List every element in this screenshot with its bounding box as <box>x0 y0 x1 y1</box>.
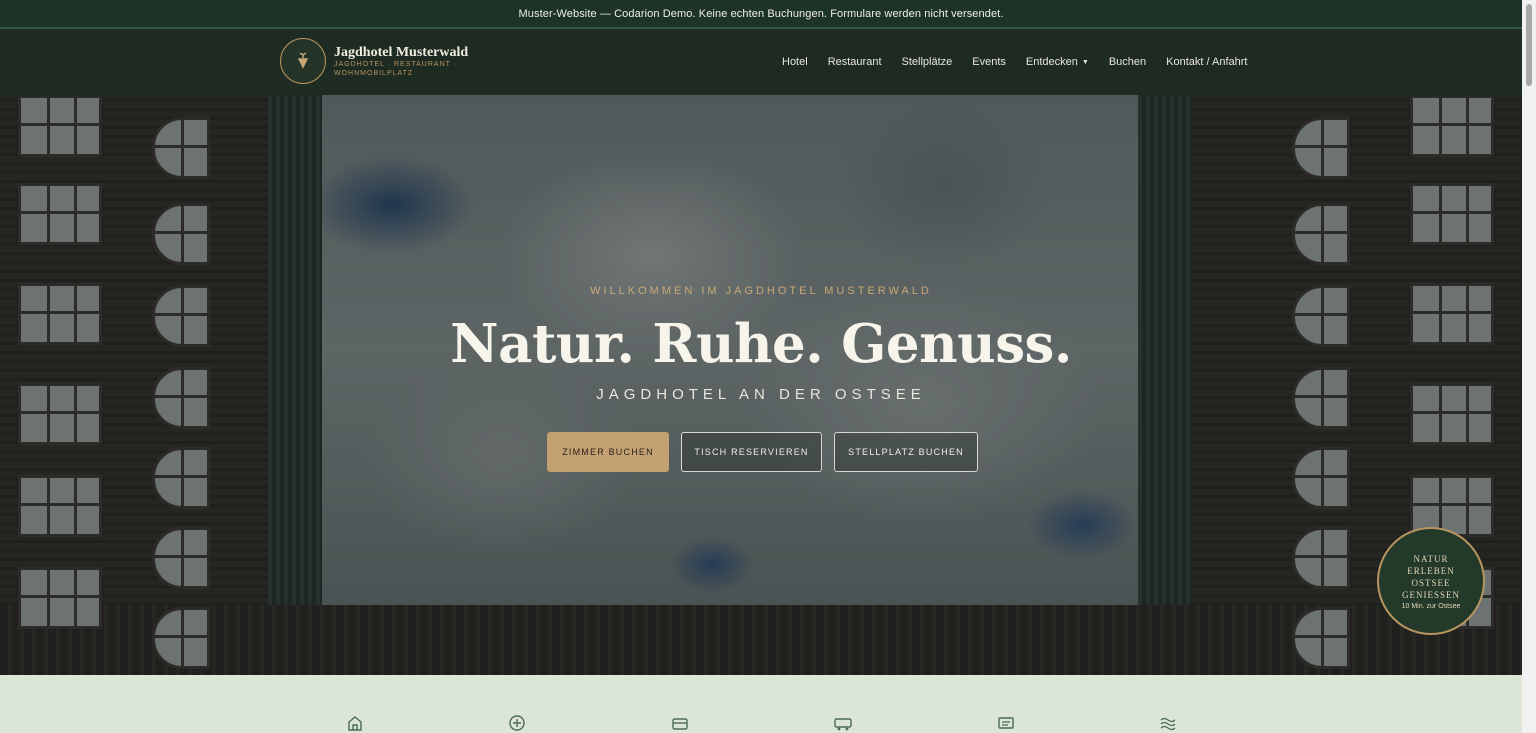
camper-icon <box>833 713 853 733</box>
main-nav: Hotel Restaurant Stellplätze Events Entd… <box>772 29 1257 95</box>
caret-down-icon: ▼ <box>1081 58 1089 66</box>
hero-headline: Natur. Ruhe. Genuss. <box>450 313 1072 375</box>
nav-item-entdecken[interactable]: Entdecken ▼ <box>1016 56 1099 68</box>
scrollbar-thumb[interactable] <box>1526 4 1532 86</box>
demo-notice-bar: Muster-Website — Codarion Demo. Keine ec… <box>0 0 1522 29</box>
hero-section: Willkommen im Jagdhotel Musterwald Natur… <box>0 95 1522 675</box>
deer-icon <box>280 38 326 84</box>
stamp-line: Ostsee <box>1411 577 1451 588</box>
book-pitch-button[interactable]: Stellplatz buchen <box>834 432 978 472</box>
hero-subline: Jagdhotel an der Ostsee <box>596 386 926 403</box>
message-icon <box>996 713 1016 733</box>
stamp-line: Natur <box>1413 553 1449 564</box>
card-icon <box>670 713 690 733</box>
demo-notice-text: Muster-Website — Codarion Demo. Keine ec… <box>518 7 1004 20</box>
brand-name: Jagdhotel Musterwald <box>334 44 469 60</box>
hero-content: Willkommen im Jagdhotel Musterwald Natur… <box>0 95 1522 675</box>
feature-strip <box>0 675 1522 733</box>
ostsee-stamp-badge: Natur erleben Ostsee genießen 10 Min. zu… <box>1377 527 1485 635</box>
waves-icon <box>1158 713 1178 733</box>
home-icon <box>345 713 365 733</box>
nav-item-events[interactable]: Events <box>962 56 1016 68</box>
hero-cta-row: Zimmer buchen Tisch reservieren Stellpla… <box>547 432 978 472</box>
nav-item-hotel[interactable]: Hotel <box>772 56 818 68</box>
nav-item-buchen[interactable]: Buchen <box>1099 56 1156 68</box>
stamp-line: erleben <box>1407 565 1455 576</box>
nav-item-entdecken-label: Entdecken <box>1025 56 1078 68</box>
nav-item-restaurant[interactable]: Restaurant <box>818 56 892 68</box>
nav-item-stellplaetze[interactable]: Stellplätze <box>892 56 963 68</box>
brand-tagline: JAGDHOTEL · RESTAURANT · WOHNMOBILPLATZ <box>334 60 458 77</box>
page-scrollbar[interactable] <box>1522 0 1536 733</box>
reserve-table-button[interactable]: Tisch reservieren <box>681 432 822 472</box>
hero-eyebrow: Willkommen im Jagdhotel Musterwald <box>590 285 932 297</box>
stamp-line: genießen <box>1402 589 1460 600</box>
stamp-distance: 10 Min. zur Ostsee <box>1401 602 1461 610</box>
plus-circle-icon <box>507 713 527 733</box>
site-header: Jagdhotel Musterwald JAGDHOTEL · RESTAUR… <box>0 29 1522 95</box>
nav-item-kontakt[interactable]: Kontakt / Anfahrt <box>1156 56 1257 68</box>
book-room-button[interactable]: Zimmer buchen <box>547 432 669 472</box>
brand-logo-link[interactable]: Jagdhotel Musterwald JAGDHOTEL · RESTAUR… <box>280 38 474 84</box>
